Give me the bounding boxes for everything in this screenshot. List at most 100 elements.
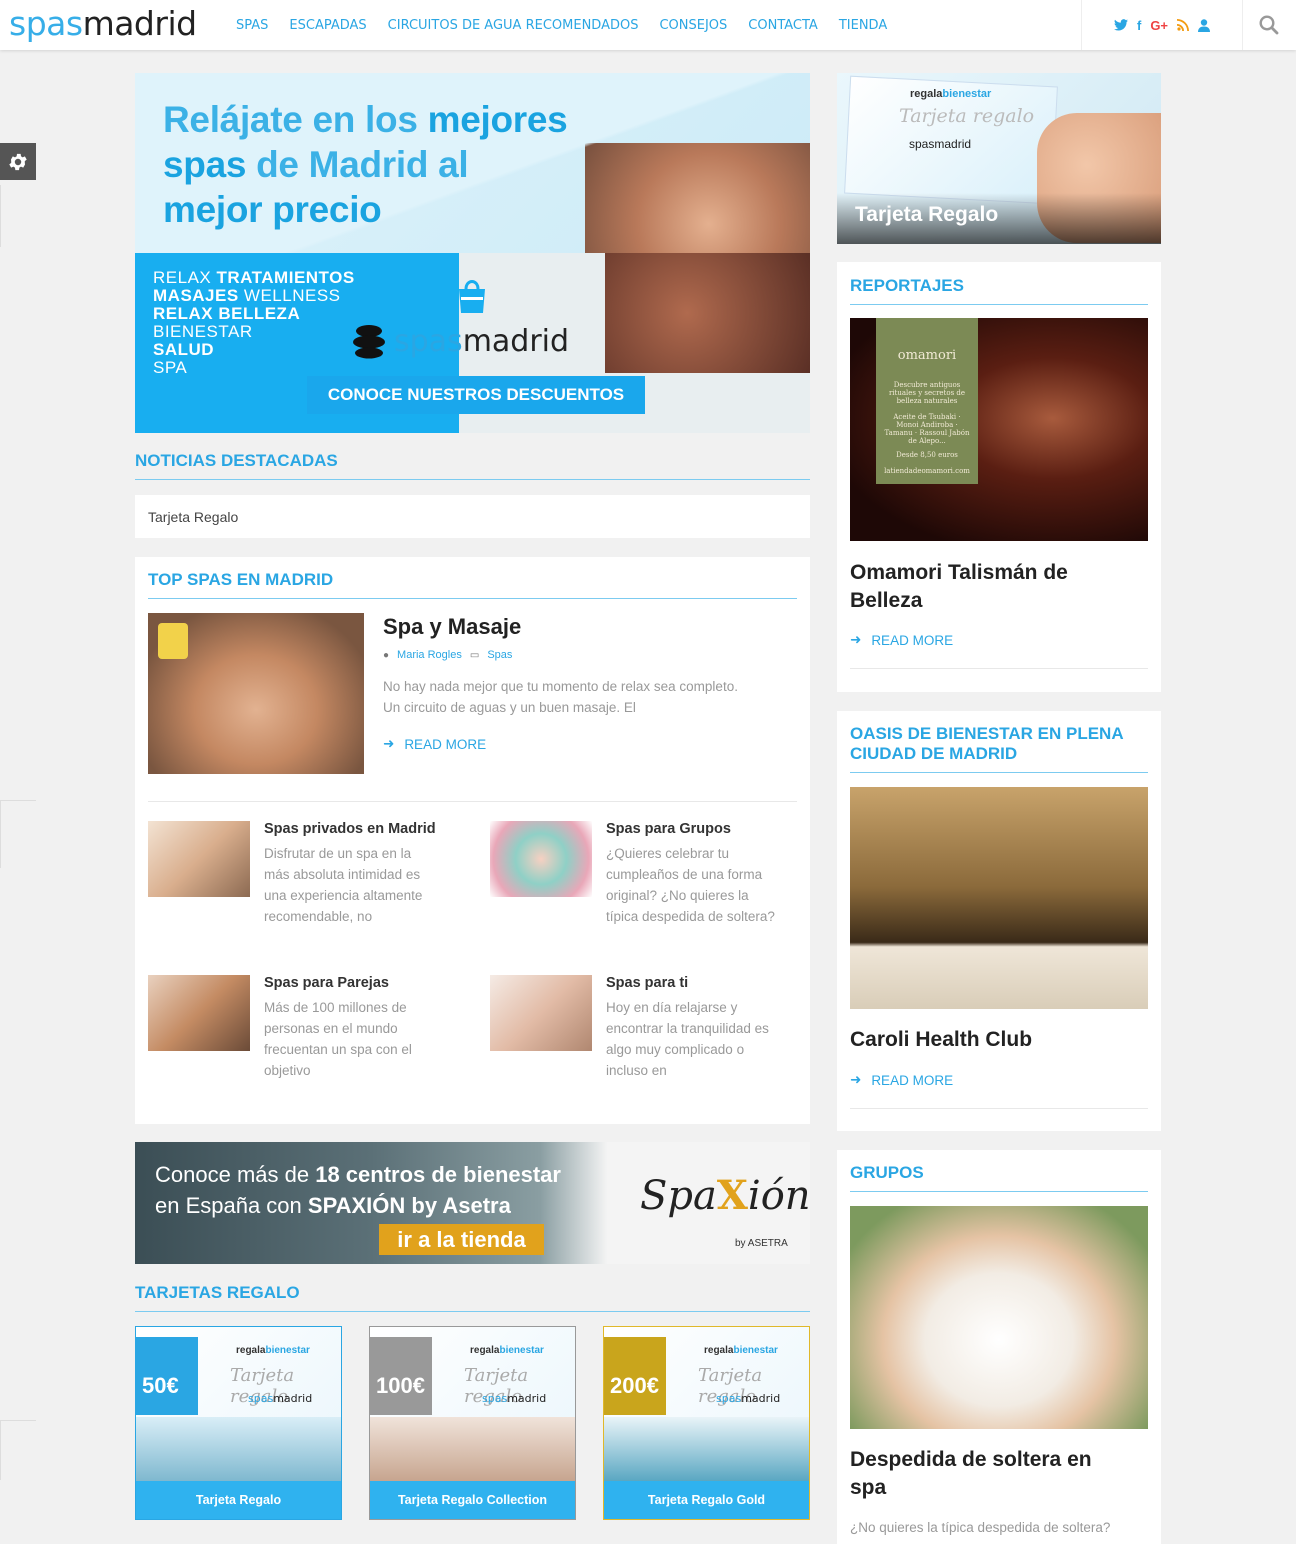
gift-card-photo [370, 1417, 575, 1481]
hero-line2-b: de Madrid al [246, 144, 469, 185]
section-heading-oasis: OASIS DE BIENESTAR EN PLENA CIUDAD DE MA… [850, 724, 1124, 764]
rss-icon[interactable] [1177, 19, 1190, 31]
mini-article-image[interactable] [490, 821, 592, 897]
gift-card-label[interactable]: Tarjeta Regalo [136, 1481, 341, 1519]
sidebar-gift-card[interactable]: regalabienestar Tarjeta regalo spasmadri… [837, 73, 1161, 244]
discounts-cta-button[interactable]: CONOCE NUESTROS DESCUENTOS [307, 376, 645, 414]
kw: RELAX BELLEZA [153, 304, 301, 323]
mini-article-excerpt: Más de 100 millones de personas en el mu… [264, 997, 464, 1081]
caroli-image[interactable] [850, 787, 1148, 1009]
excerpt-line: típica despedida de soltera? [606, 909, 775, 924]
spaxion-logo: SpaXión [640, 1172, 810, 1219]
read-more-link[interactable]: ➜ READ MORE [850, 1072, 953, 1088]
reportaje-title[interactable]: Omamori Talismán de Belleza [850, 559, 1150, 615]
spaxion-line: en España con [155, 1193, 308, 1218]
omamori-site: latiendadeomamori.com [884, 467, 970, 475]
brand-b: madrid [462, 323, 570, 359]
divider [850, 668, 1148, 669]
oasis-article-title[interactable]: Caroli Health Club [850, 1026, 1150, 1054]
site-logo[interactable]: spasmadrid [9, 7, 197, 40]
mini-article-title[interactable]: Spas para ti [606, 975, 688, 991]
author-icon: ● [383, 649, 390, 661]
kw: BIENESTAR [153, 322, 253, 341]
brand-a: spas [394, 323, 463, 359]
logo-part: X [716, 1172, 748, 1219]
gift-card-200[interactable]: 200€ regalabienestar Tarjeta regalo spas… [603, 1326, 810, 1520]
user-icon[interactable] [1198, 18, 1211, 32]
nav-tienda[interactable]: TIENDA [839, 18, 887, 33]
divider [148, 801, 797, 802]
nav-circuitos[interactable]: CIRCUITOS DE AGUA RECOMENDADOS [388, 18, 639, 33]
nav-consejos[interactable]: CONSEJOS [659, 18, 727, 33]
title-line: Despedida de soltera en [850, 1448, 1092, 1471]
excerpt-line: original? ¿No quieres la [606, 888, 749, 903]
folder-icon: ▭ [469, 649, 480, 661]
omamori-image[interactable]: omamori Descubre antiguos rituales y sec… [850, 318, 1148, 541]
spaxion-banner[interactable]: Conoce más de 18 centros de bienestar en… [135, 1142, 810, 1264]
search-icon[interactable] [1258, 14, 1280, 36]
hero-banner[interactable]: Relájate en los mejores spas de Madrid a… [135, 73, 810, 433]
mini-article-image[interactable] [490, 975, 592, 1051]
nav-spas[interactable]: SPAS [236, 18, 268, 33]
rb-b: bienestar [942, 88, 992, 100]
kw: WELLNESS [238, 286, 341, 305]
excerpt-line: ¿Quieres celebrar tu [606, 846, 730, 861]
featured-article-image[interactable] [148, 613, 364, 774]
grupos-article-title[interactable]: Despedida de soltera en spa [850, 1446, 1150, 1502]
mini-article-title[interactable]: Spas para Parejas [264, 975, 389, 991]
mini-article-excerpt: ¿Quieres celebrar tu cumpleaños de una f… [606, 843, 806, 927]
mini-article-image[interactable] [148, 821, 250, 897]
gear-icon [9, 153, 27, 170]
mini-article-title[interactable]: Spas para Grupos [606, 821, 731, 837]
logo-part: ión [747, 1173, 810, 1219]
nav-escapadas[interactable]: ESCAPADAS [289, 18, 366, 33]
gift-card-label[interactable]: Tarjeta Regalo Gold [604, 1481, 809, 1519]
gift-card-50[interactable]: 50€ regalabienestar Tarjeta regalo spasm… [135, 1326, 342, 1520]
excerpt-line: Un circuito de aguas y un buen masaje. E… [383, 700, 636, 715]
kw: MASAJES [153, 286, 239, 305]
category-link[interactable]: Spas [487, 649, 512, 661]
facebook-icon[interactable]: f [1137, 18, 1141, 33]
section-heading-tarjetas: TARJETAS REGALO [135, 1283, 300, 1302]
google-plus-icon[interactable]: G+ [1150, 18, 1168, 33]
social-links: f G+ [1081, 0, 1243, 50]
go-to-shop-button[interactable]: ir a la tienda [379, 1224, 544, 1255]
featured-article-excerpt: No hay nada mejor que tu momento de rela… [383, 676, 803, 718]
spaxion-text: Conoce más de 18 centros de bienestar en… [155, 1159, 561, 1221]
gift-card-brand: regalabienestar [236, 1345, 310, 1356]
mini-article-image[interactable] [148, 975, 250, 1051]
grupos-image[interactable] [850, 1206, 1148, 1429]
excerpt-line: Más de 100 millones de [264, 1000, 407, 1015]
gift-card-100[interactable]: 100€ regalabienestar Tarjeta regalo spas… [369, 1326, 576, 1520]
edge-mark [0, 800, 36, 801]
settings-gear-button[interactable] [0, 143, 36, 180]
gift-card-caption[interactable]: Tarjeta Regalo [855, 203, 998, 227]
rb-a: regala [910, 88, 943, 100]
excerpt-line: recomendable, no [264, 909, 373, 924]
spaxion-line: SPAXIÓN by Asetra [307, 1193, 511, 1218]
read-more-label: READ MORE [871, 632, 954, 648]
excerpt-line: algo muy complicado o [606, 1042, 745, 1057]
gift-card-label[interactable]: Tarjeta Regalo Collection [370, 1481, 575, 1519]
nav-contacta[interactable]: CONTACTA [748, 18, 818, 33]
rb-a: regala [704, 1345, 734, 1356]
gift-card-brand: regalabienestar [470, 1345, 544, 1356]
read-more-link[interactable]: ➜ READ MORE [383, 736, 486, 752]
section-heading-grupos: GRUPOS [850, 1163, 924, 1182]
rb-b: bienestar [499, 1345, 544, 1356]
author-link[interactable]: Maria Rogles [397, 649, 462, 661]
heading-line: CIUDAD DE MADRID [850, 744, 1018, 763]
mini-article-title[interactable]: Spas privados en Madrid [264, 821, 436, 837]
sm-a: spas [716, 1392, 742, 1405]
twitter-icon[interactable] [1113, 19, 1128, 31]
excerpt-line: más absoluta intimidad es [264, 867, 421, 882]
read-more-link[interactable]: ➜ READ MORE [850, 632, 953, 648]
featured-article-title[interactable]: Spa y Masaje [383, 614, 521, 640]
gift-card-brand: regalabienestar [910, 88, 991, 100]
excerpt-line: objetivo [264, 1063, 311, 1078]
logo-part-spas: spas [9, 4, 83, 43]
site-header: spasmadrid SPAS ESCAPADAS CIRCUITOS DE A… [0, 0, 1296, 50]
news-item-link[interactable]: Tarjeta Regalo [148, 509, 238, 525]
excerpt-line: incluso en [606, 1063, 667, 1078]
heading-rule [135, 479, 810, 480]
